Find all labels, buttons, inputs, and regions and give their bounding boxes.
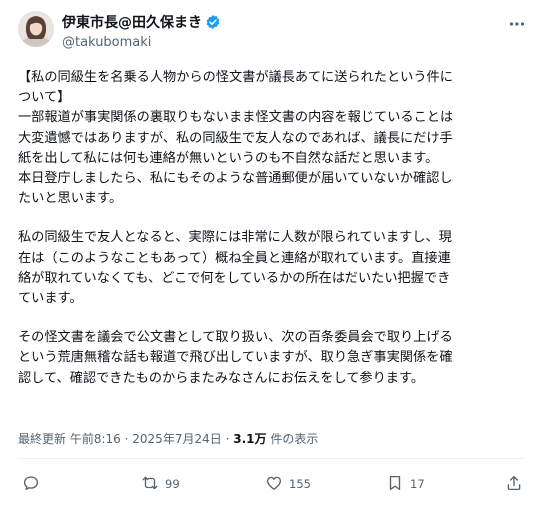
avatar[interactable] [18, 11, 54, 47]
post-line: たいと思います。 [18, 191, 123, 207]
post-line: 紙を出して私には何も連絡が無いというのも不自然な話だと思います。 [18, 150, 439, 166]
post-paragraph: 【私の同級生を名乗る人物からの怪文書が議長あてに送られたという件に ついて】 一… [18, 68, 526, 209]
divider [18, 458, 525, 459]
post-line: という荒唐無稽な話も報道で飛び出していますが、取り急ぎ事実関係を確 [18, 350, 453, 366]
verified-badge-icon [205, 14, 221, 30]
retweet-button[interactable]: 99 [141, 472, 180, 496]
like-count: 155 [289, 477, 311, 491]
post-card: 伊東市長@田久保まき @takubomaki 【私の同級生を名乗る人物からの怪文… [0, 0, 541, 505]
post-line: 私の同級生で友人となると、実際には非常に人数が限られていますし、現 [18, 230, 452, 246]
like-button[interactable]: 155 [265, 472, 311, 496]
post-line: 一部報道が事実関係の裏取りもないまま怪文書の内容を報じていることは [18, 110, 454, 126]
reply-icon [22, 474, 40, 495]
post-time[interactable]: 午前8:16 [70, 432, 121, 446]
author-handle[interactable]: @takubomaki [62, 35, 151, 50]
post-line: 大変遺憾ではありますが、私の同級生で友人なのであれば、議長にだけ手 [18, 130, 453, 146]
retweet-count: 99 [165, 477, 180, 491]
post-meta: 最終更新 午前8:16 · 2025年7月24日 · 3.1万 件の表示 [18, 430, 318, 447]
views-label: 件の表示 [270, 432, 319, 446]
post-line: 【私の同級生を名乗る人物からの怪文書が議長あてに送られたという件に [18, 70, 453, 85]
post-paragraph: その怪文書を議会で公文書として取り扱い、次の百条委員会で取り上げる という荒唐無… [18, 328, 526, 389]
retweet-icon [141, 474, 159, 495]
meta-separator: · [225, 432, 230, 446]
share-icon [505, 474, 523, 495]
author-display-name[interactable]: 伊東市長@田久保まき [62, 12, 202, 32]
post-line: 在は（このようなこともあって）概ね全員と連絡が取れています。直接連 [18, 250, 451, 266]
views-count: 3.1万 [233, 432, 267, 446]
bookmark-count: 17 [410, 477, 425, 491]
post-line: 本日登庁しましたら、私にもそのような普通郵便が届いていないか確認し [18, 171, 453, 187]
share-button[interactable] [505, 472, 523, 496]
post-line: 認して、確認できたものからまたみなさんにお伝えをして参ります。 [18, 370, 425, 386]
meta-separator: · [124, 432, 129, 446]
post-line: その怪文書を議会で公文書として取り扱い、次の百条委員会で取り上げる [18, 330, 453, 346]
bookmark-button[interactable]: 17 [386, 472, 425, 496]
bookmark-icon [386, 474, 404, 495]
action-bar: 99 155 17 [0, 472, 541, 496]
like-icon [265, 474, 283, 495]
author-name-row[interactable]: 伊東市長@田久保まき [62, 12, 221, 32]
post-paragraph: 私の同級生で友人となると、実際には非常に人数が限られていますし、現 在は（このよ… [18, 228, 526, 309]
post-line: 絡が取れていなくても、どこで何をしているかの所在はだいたい把握でき [18, 270, 451, 286]
post-line: ています。 [18, 291, 83, 307]
reply-button[interactable] [22, 472, 46, 496]
post-line: ついて】 [18, 90, 71, 106]
more-icon[interactable] [507, 14, 527, 34]
post-date[interactable]: 2025年7月24日 [132, 432, 221, 446]
last-updated-label: 最終更新 [18, 432, 67, 446]
post-text: 【私の同級生を名乗る人物からの怪文書が議長あてに送られたという件に ついて】 一… [18, 68, 526, 389]
